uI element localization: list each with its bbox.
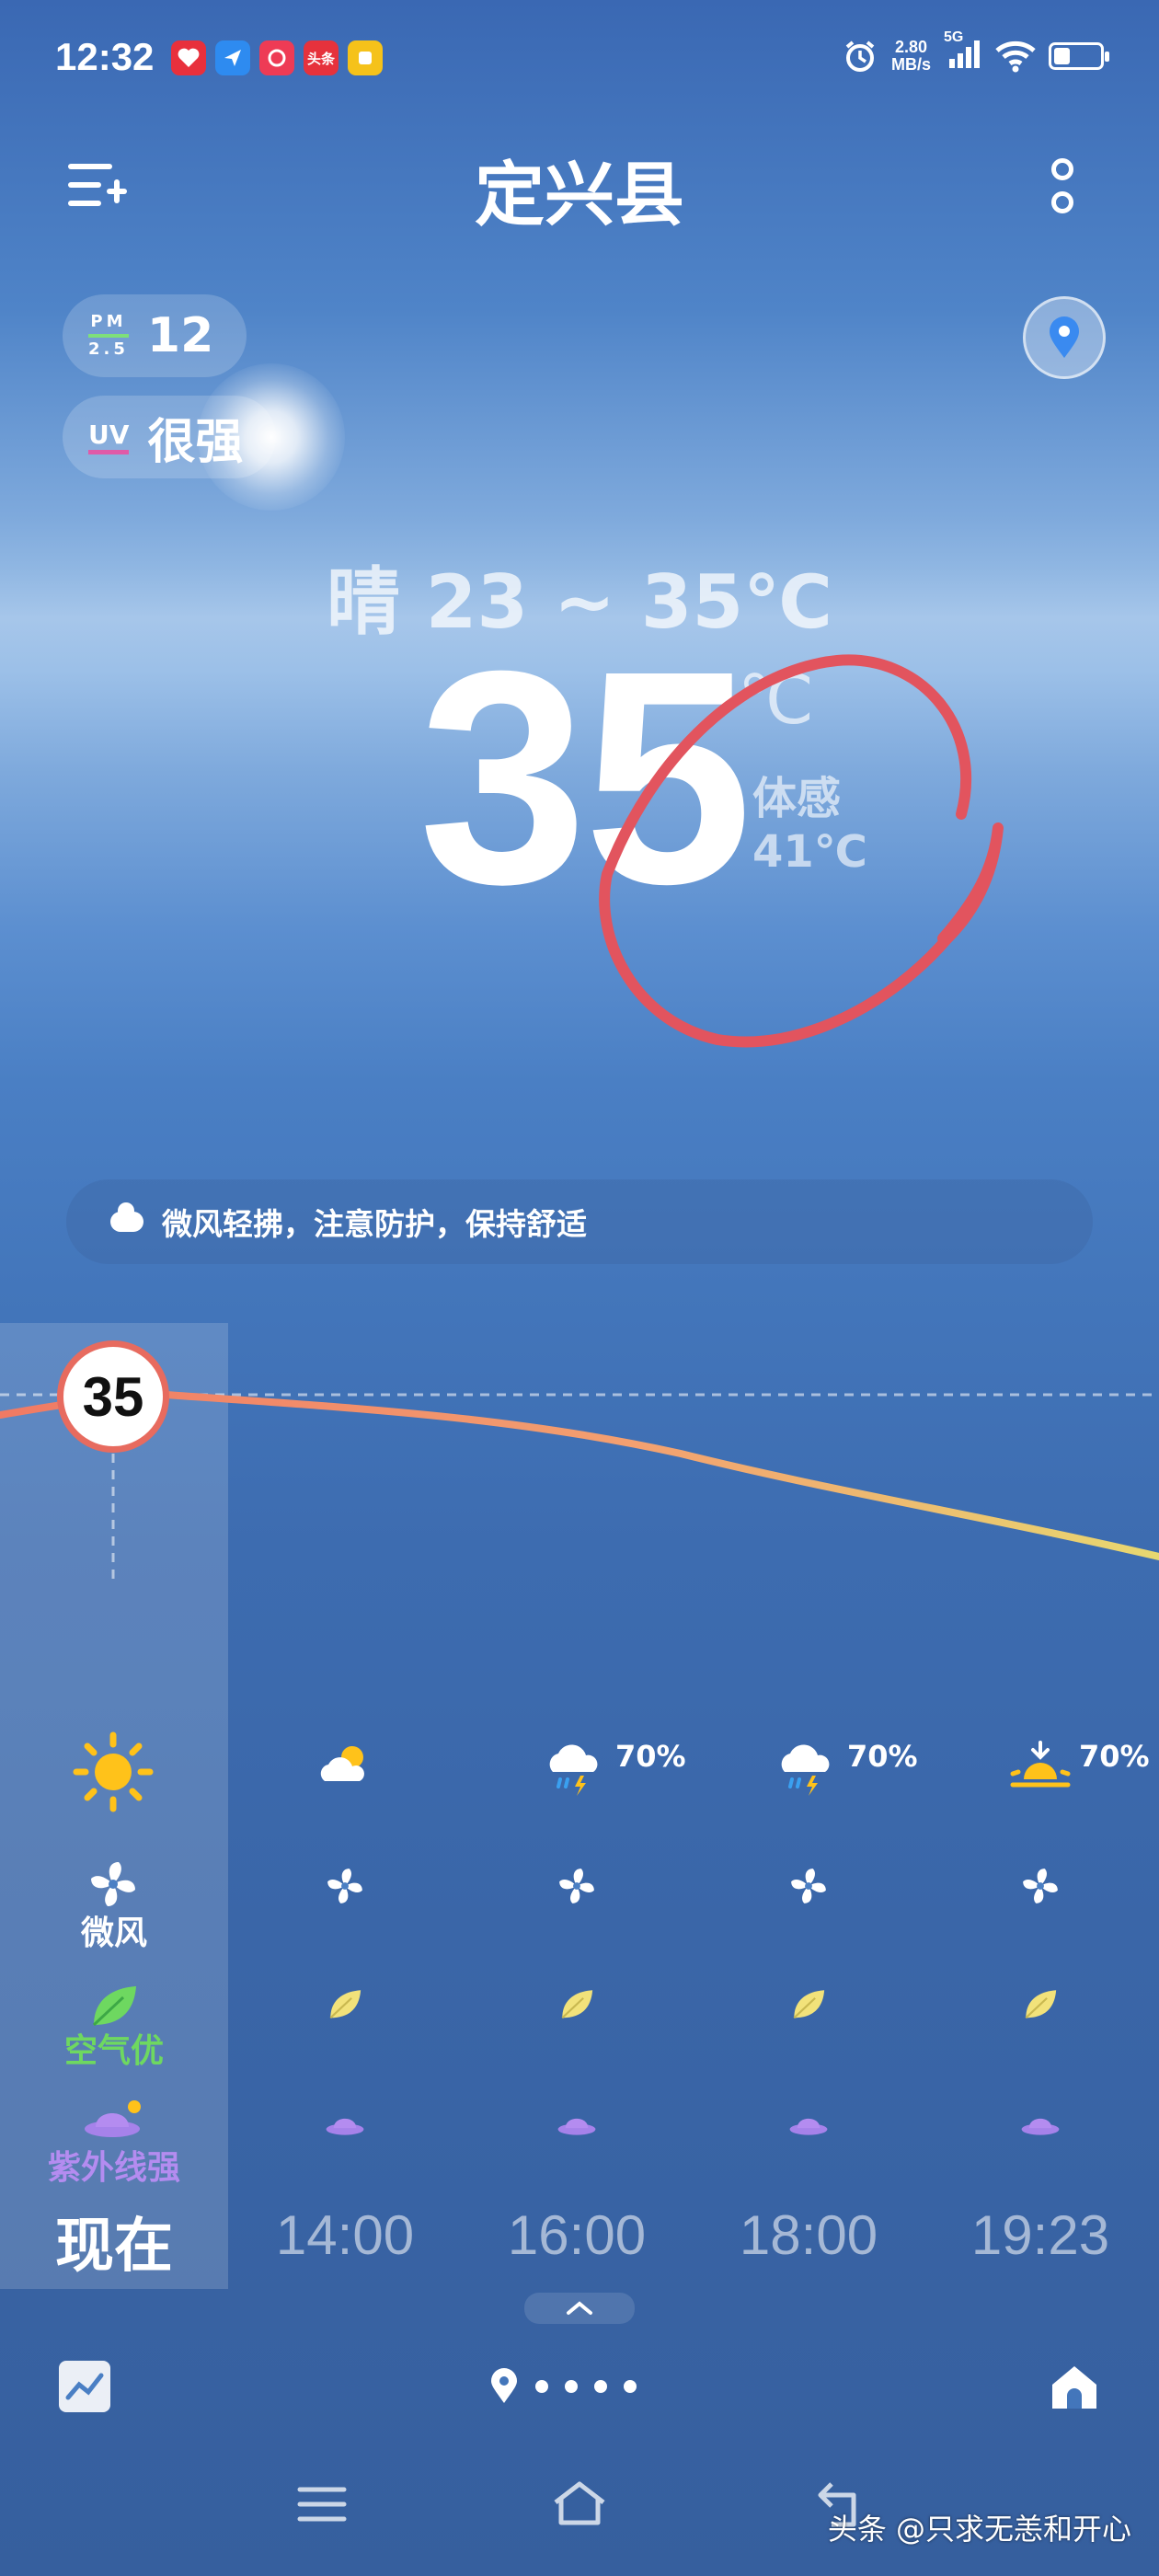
- pm25-icon: PM 2.5: [88, 312, 129, 359]
- thunder-rain-icon: [781, 1744, 830, 1796]
- wind-icon: [559, 1869, 594, 1903]
- now-time-label: 现在: [55, 2213, 173, 2281]
- sunny-icon: [73, 1731, 154, 1812]
- chevron-up-icon: [567, 2301, 592, 2315]
- expand-handle[interactable]: [524, 2293, 635, 2324]
- temperature-curve: [0, 1390, 1159, 1582]
- page-dot[interactable]: [594, 2380, 607, 2393]
- trend-chart-icon: [65, 2373, 104, 2400]
- precipitation-chance: 70%: [847, 1739, 918, 1774]
- leaf-icon: [561, 1990, 593, 2019]
- pm25-chip[interactable]: PM 2.5 12: [63, 294, 247, 377]
- status-time: 12:32: [55, 35, 155, 78]
- watermark: 头条 @只求无恙和开心: [827, 2512, 1131, 2547]
- page-indicator[interactable]: [489, 2368, 637, 2405]
- city-title[interactable]: 定兴县: [0, 138, 1159, 239]
- uv-icon: UV: [88, 420, 130, 454]
- recent-apps-icon[interactable]: [296, 2484, 348, 2524]
- now-air-label: 空气优: [63, 2032, 164, 2070]
- leaf-icon: [793, 1990, 825, 2019]
- hour-time-label: 14:00: [275, 2204, 415, 2266]
- map-pin-icon: [1050, 316, 1079, 358]
- signal-icon: 5G: [944, 29, 982, 75]
- app-badge-3-icon: [259, 40, 294, 75]
- uv-hat-icon: [1021, 2118, 1060, 2135]
- home-nav-icon[interactable]: [550, 2478, 609, 2528]
- app-badge-1-icon: [171, 40, 206, 75]
- wind-icon: [327, 1869, 362, 1903]
- house-icon: [1052, 2366, 1096, 2409]
- app-badge-5-icon: [348, 40, 383, 75]
- uv-value: 很强: [147, 414, 244, 470]
- app-badge-toutiao-icon: 头条: [304, 40, 339, 75]
- weather-tip[interactable]: 微风轻拂，注意防护，保持舒适: [66, 1179, 1093, 1264]
- annotation-circle: [599, 654, 1004, 1048]
- wifi-icon: [995, 40, 1036, 72]
- now-uv-label: 紫外线强: [47, 2149, 180, 2187]
- weather-tip-text: 微风轻拂，注意防护，保持舒适: [162, 1206, 587, 1242]
- leaf-icon: [1025, 1990, 1057, 2019]
- uv-hat-icon: [85, 2100, 141, 2137]
- hour-time-label: 18:00: [739, 2204, 878, 2266]
- now-temperature-badge: 35: [57, 1340, 169, 1453]
- more-button[interactable]: [1047, 158, 1078, 215]
- app-badge-2-icon: [215, 40, 250, 75]
- map-button[interactable]: [1023, 296, 1106, 379]
- hour-time-label: 16:00: [507, 2204, 647, 2266]
- hour-time-label: 19:23: [970, 2204, 1110, 2266]
- battery-icon: [1049, 41, 1109, 70]
- wind-icon: [791, 1869, 826, 1903]
- net-speed: 2.80 MB/s: [890, 37, 931, 74]
- precipitation-chance: 70%: [615, 1739, 686, 1774]
- alarm-icon: [845, 40, 875, 72]
- uv-hat-icon: [557, 2118, 596, 2135]
- precipitation-chance: 70%: [1079, 1739, 1150, 1774]
- wind-icon: [91, 1862, 135, 1906]
- status-icons: 2.80 MB/s 5G: [842, 29, 1109, 75]
- uv-chip[interactable]: UV 很强: [63, 396, 277, 478]
- home-weather-button[interactable]: [1047, 2359, 1102, 2418]
- page-dot[interactable]: [624, 2380, 637, 2393]
- wind-icon: [1023, 1869, 1058, 1903]
- now-wind-label: 微风: [80, 1915, 147, 1952]
- uv-hat-icon: [789, 2118, 828, 2135]
- partly-cloudy-icon: [320, 1746, 364, 1781]
- page-dot[interactable]: [535, 2380, 548, 2393]
- leaf-icon: [329, 1990, 361, 2019]
- pm25-value: 12: [146, 308, 214, 363]
- page-dot[interactable]: [565, 2380, 578, 2393]
- sunset-icon: [1010, 1741, 1071, 1788]
- location-pin-icon: [491, 2368, 517, 2403]
- uv-hat-icon: [326, 2118, 364, 2135]
- trend-chart-button[interactable]: [59, 2361, 110, 2412]
- cloud-icon: [110, 1202, 143, 1232]
- thunder-rain-icon: [549, 1744, 598, 1796]
